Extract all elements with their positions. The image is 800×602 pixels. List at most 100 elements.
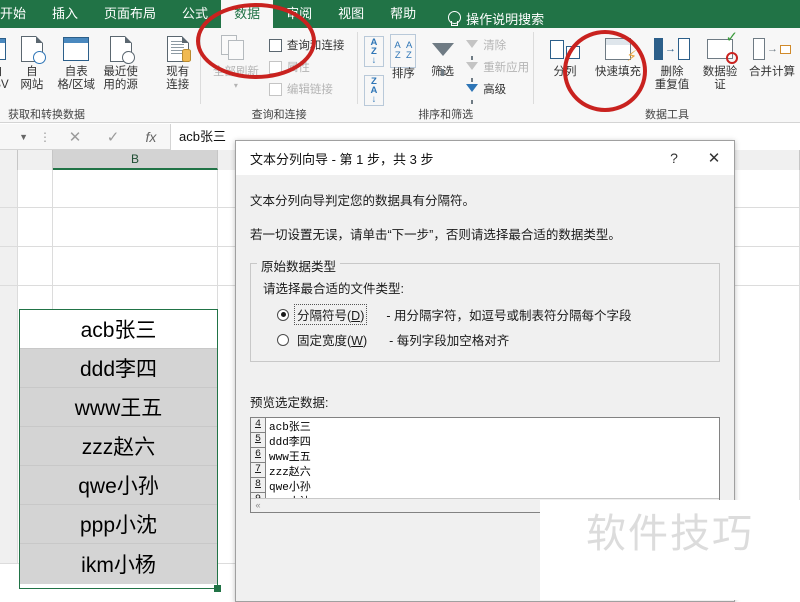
row-header-corner[interactable] [0, 150, 18, 170]
from-web-icon [20, 32, 46, 66]
grid-cell-selected[interactable]: zzz赵六 [20, 427, 217, 466]
btn-sort[interactable]: A AZ Z 排序 [384, 32, 423, 81]
radio-fixed-width-description: - 每列字段加空格对齐 [389, 334, 510, 348]
grid-cell-selected[interactable]: ddd李四 [20, 349, 217, 388]
btn-refresh-all-label: 全部刷新 [212, 66, 259, 78]
ribbon-tab-review[interactable]: 审阅 [273, 0, 325, 28]
grid-cell[interactable] [53, 170, 218, 207]
tell-me-search[interactable]: 操作说明搜索 [447, 9, 544, 28]
btn-existing-connections[interactable]: 现有 连接 [156, 32, 200, 92]
btn-queries-connections[interactable]: 查询和连接 [265, 34, 349, 56]
grid-cell-selected[interactable]: www王五 [20, 388, 217, 427]
grid-cell-selected[interactable]: qwe小孙 [20, 466, 217, 505]
watermark-backdrop [540, 560, 800, 600]
sort-az-buttons: AZ ↓ ZA ↓ [364, 32, 384, 106]
queries-small-commands: 查询和连接 属性 编辑链接 [265, 32, 349, 100]
btn-edit-links-label: 编辑链接 [286, 84, 333, 96]
recent-sources-icon [109, 32, 135, 66]
btn-from-web[interactable]: 自 网站 [10, 32, 54, 92]
btn-existing-connections-label: 现有 连接 [166, 66, 190, 91]
ribbon-tab-home[interactable]: 开始 [0, 0, 39, 28]
dialog-body: 文本分列向导判定您的数据具有分隔符。 若一切设置无误，请单击“下一步”，否则请选… [236, 175, 734, 513]
flash-fill-icon: ⚡ [605, 32, 637, 66]
scroll-left-icon[interactable]: « [251, 501, 265, 511]
preview-row-value: acb张三 [269, 421, 311, 434]
dialog-title: 文本分列向导 - 第 1 步，共 3 步 [250, 151, 434, 167]
btn-remove-duplicates-label: 删除 重复值 [654, 66, 690, 91]
preview-data-box[interactable]: 4 acb张三 5 ddd李四 6 www王五 7 zzz赵六 8 qwe小孙 … [250, 417, 720, 513]
grid-cell-selected[interactable]: ikm小杨 [20, 544, 217, 584]
help-button[interactable]: ? [654, 141, 694, 175]
row-header[interactable] [0, 208, 18, 246]
selection-fill-handle[interactable] [214, 585, 221, 592]
btn-from-table-range[interactable]: 自表 格/区域 [54, 32, 98, 92]
btn-remove-duplicates[interactable]: → 删除 重复值 [648, 32, 696, 92]
column-header-b[interactable]: B [53, 150, 218, 170]
radio-fixed-width-icon[interactable] [277, 333, 289, 346]
row-header[interactable] [0, 170, 18, 207]
btn-sort-descending[interactable]: ZA ↓ [364, 75, 384, 106]
properties-icon [268, 60, 282, 74]
ribbon-tab-strip: 开始 插入 页面布局 公式 数据 审阅 视图 帮助 操作说明搜索 [0, 0, 800, 28]
radio-option-fixed-width[interactable]: 固定宽度(W) - 每列字段加空格对齐 [277, 330, 709, 349]
text-to-columns-icon [550, 32, 581, 66]
chevron-down-icon[interactable]: ▾ [234, 79, 238, 92]
radio-delimited-icon[interactable] [277, 308, 289, 321]
btn-flash-fill[interactable]: ⚡ 快速填充 [588, 32, 648, 79]
grid-cell-selected[interactable]: ppp小沈 [20, 505, 217, 544]
btn-properties: 属性 [265, 56, 349, 78]
grid-cell[interactable] [18, 170, 53, 207]
clear-filter-icon [466, 39, 479, 60]
btn-reapply-label: 重新应用 [483, 62, 530, 74]
dialog-intro-line-1: 文本分列向导判定您的数据具有分隔符。 [250, 194, 476, 208]
grid-cell[interactable] [53, 208, 218, 246]
btn-data-validation[interactable]: ✓ 数据验 证 [696, 30, 744, 92]
data-validation-icon: ✓ [707, 30, 739, 66]
btn-consolidate[interactable]: → 合并计算 [744, 32, 800, 79]
btn-queries-connections-label: 查询和连接 [286, 40, 345, 52]
radio-option-delimited[interactable]: 分隔符号(D) - 用分隔字符，如逗号或制表符分隔每个字段 [277, 304, 709, 325]
grid-cell[interactable] [53, 247, 218, 285]
reapply-icon [466, 61, 479, 82]
btn-refresh-all[interactable]: 全部刷新 ▾ [207, 32, 265, 92]
selected-cell-range[interactable]: acb张三 ddd李四 www王五 zzz赵六 qwe小孙 ppp小沈 ikm小… [19, 309, 218, 589]
ribbon-tab-page-layout[interactable]: 页面布局 [91, 0, 169, 28]
insert-function-icon[interactable]: fx [132, 129, 170, 145]
btn-from-table-range-label: 自表 格/区域 [57, 66, 96, 91]
close-button[interactable]: ✕ [694, 141, 734, 175]
preview-row: 6 www王五 [251, 448, 719, 464]
filter-icon [431, 32, 454, 76]
formula-bar-grip[interactable]: ⋮ [34, 130, 56, 144]
name-box[interactable]: ▼ [0, 132, 34, 142]
row-header[interactable] [0, 286, 18, 563]
from-csv-icon [0, 32, 6, 66]
btn-sort-label: 排序 [391, 68, 415, 80]
ribbon-tab-formulas[interactable]: 公式 [169, 0, 221, 28]
dialog-title-bar: 文本分列向导 - 第 1 步，共 3 步 ? ✕ [236, 141, 734, 175]
group-title-sort-filter: 排序和筛选 [418, 109, 474, 121]
btn-filter[interactable]: 筛选 [423, 32, 462, 79]
ribbon-tab-data[interactable]: 数据 [221, 0, 274, 28]
btn-recent-sources[interactable]: 最近使 用的源 [98, 32, 142, 92]
grid-cell[interactable] [18, 208, 53, 246]
preview-row-number: 7 [251, 463, 266, 478]
ribbon-tab-insert[interactable]: 插入 [39, 0, 91, 28]
filter-small-commands: 清除 重新应用 高级 [462, 32, 533, 104]
btn-clear-filter-label: 清除 [483, 40, 507, 52]
ribbon-tab-help[interactable]: 帮助 [377, 0, 429, 28]
confirm-entry-button[interactable]: ✓ [94, 128, 132, 146]
btn-sort-ascending[interactable]: AZ ↓ [364, 36, 384, 67]
grid-cell[interactable] [18, 247, 53, 285]
btn-text-to-columns[interactable]: 分列 [542, 32, 588, 79]
column-header-a[interactable] [18, 150, 53, 170]
advanced-filter-icon [466, 83, 479, 104]
btn-properties-label: 属性 [286, 62, 310, 74]
btn-consolidate-label: 合并计算 [749, 66, 796, 78]
cancel-entry-button[interactable]: ✕ [56, 128, 94, 146]
group-title-queries-connections: 查询和连接 [251, 109, 307, 121]
chevron-down-icon[interactable]: ▼ [19, 132, 28, 142]
row-header[interactable] [0, 247, 18, 285]
ribbon-tab-view[interactable]: 视图 [325, 0, 377, 28]
grid-cell-selected[interactable]: acb张三 [20, 310, 217, 349]
btn-from-csv[interactable]: 自 CSV [0, 32, 10, 92]
